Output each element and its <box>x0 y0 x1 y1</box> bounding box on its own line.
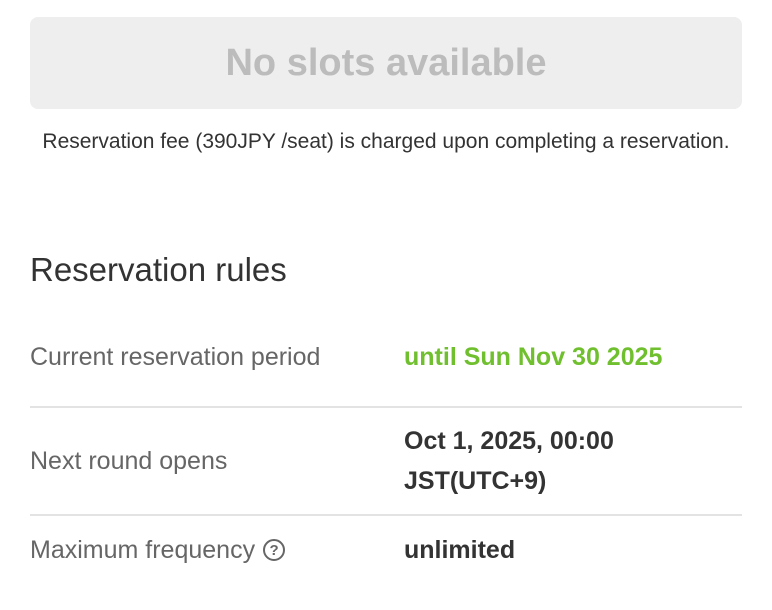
rule-row-next-round: Next round opens Oct 1, 2025, 00:00 JST(… <box>30 408 742 516</box>
next-round-label: Next round opens <box>30 447 228 475</box>
reservation-rules-heading: Reservation rules <box>30 251 287 288</box>
reservation-fee-note: Reservation fee (390JPY /seat) is charge… <box>42 130 730 153</box>
rule-row-max-frequency: Maximum frequency ? unlimited <box>30 516 742 584</box>
current-period-label: Current reservation period <box>30 343 321 371</box>
max-frequency-value: unlimited <box>404 536 516 564</box>
no-slots-button[interactable]: No slots available <box>30 17 742 109</box>
question-circle-icon[interactable]: ? <box>263 539 286 561</box>
reservation-panel: No slots available Reservation fee (390J… <box>0 0 772 610</box>
max-frequency-label: Maximum frequency <box>30 536 256 564</box>
rule-row-current-period: Current reservation period until Sun Nov… <box>30 308 742 408</box>
reservation-rules-table: Current reservation period until Sun Nov… <box>30 308 742 584</box>
current-period-value: until Sun Nov 30 2025 <box>404 343 663 371</box>
max-frequency-label-wrap: Maximum frequency ? <box>30 530 404 570</box>
next-round-value: Oct 1, 2025, 00:00 JST(UTC+9) <box>404 427 614 495</box>
